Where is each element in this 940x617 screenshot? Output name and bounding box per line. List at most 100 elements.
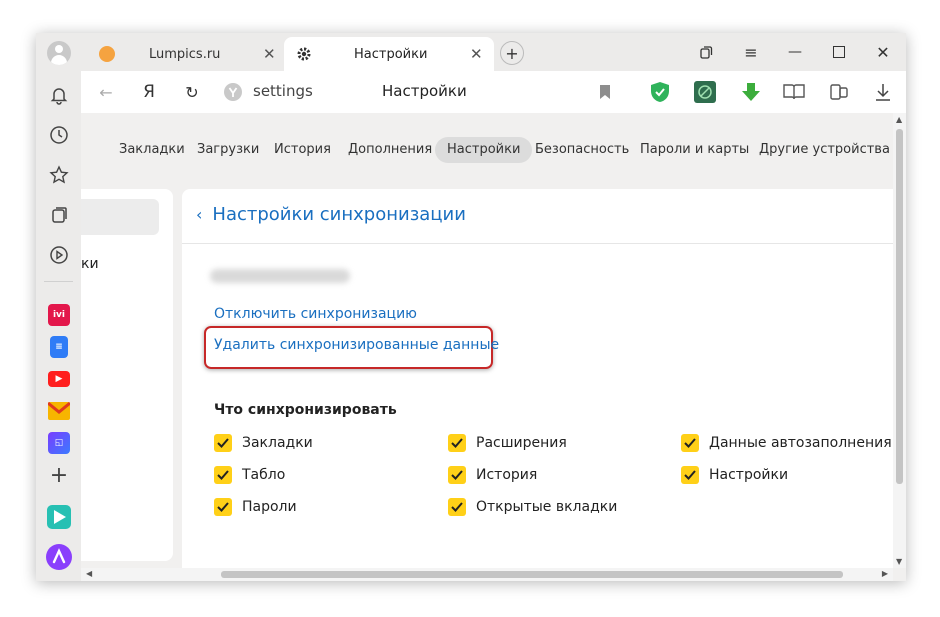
browser-window: ivi ≡ ▶ ◱ + Lumpics.ru ✕ Настройки ✕ + ≡	[36, 33, 906, 581]
sync-option[interactable]: Настройки	[681, 466, 788, 484]
yandex-icon: Я	[143, 82, 155, 102]
nav-other-devices[interactable]: Другие устройства	[747, 137, 893, 163]
history-button[interactable]	[45, 121, 73, 149]
bookmarks-button[interactable]	[45, 161, 73, 189]
sync-back-header[interactable]: ‹ Настройки синхронизации	[196, 204, 466, 225]
nav-bookmarks[interactable]: Закладки	[107, 137, 197, 163]
site-settings-button[interactable]	[222, 81, 244, 103]
download-arrow-icon	[742, 83, 760, 101]
scroll-right-icon[interactable]: ▶	[882, 569, 888, 578]
sync-option[interactable]: Пароли	[214, 498, 297, 516]
notifications-button[interactable]	[45, 81, 73, 109]
reload-button[interactable]: ↻	[181, 81, 203, 103]
tab-settings[interactable]: Настройки ✕	[284, 37, 494, 71]
sync-option[interactable]: Расширения	[448, 434, 567, 452]
close-icon[interactable]: ✕	[263, 45, 276, 63]
minimize-button[interactable]: —	[784, 41, 806, 63]
sync-option[interactable]: Данные автозаполнения	[681, 434, 892, 452]
sync-option[interactable]: Табло	[214, 466, 285, 484]
checkbox[interactable]	[214, 498, 232, 516]
new-tab-button[interactable]: +	[500, 41, 524, 65]
disable-sync-link[interactable]: Отключить синхронизацию	[214, 306, 417, 322]
panel-divider	[44, 281, 73, 282]
star-icon	[49, 165, 69, 184]
address-text[interactable]: settings	[253, 82, 313, 100]
nav-settings[interactable]: Настройки	[435, 137, 533, 163]
sync-option[interactable]: Закладки	[214, 434, 313, 452]
launcher-app[interactable]	[45, 503, 73, 531]
scroll-up-icon[interactable]: ▲	[896, 115, 902, 124]
play-circle-icon	[50, 246, 68, 264]
option-label: История	[476, 467, 538, 483]
media-button[interactable]	[45, 241, 73, 269]
protect-extension[interactable]	[648, 80, 672, 104]
blurred-account	[210, 269, 350, 283]
option-label: Настройки	[709, 467, 789, 483]
scroll-left-icon[interactable]: ◀	[86, 569, 92, 578]
yandex-button[interactable]: Я	[138, 81, 160, 103]
checkbox[interactable]	[448, 498, 466, 516]
tablet-mode-button[interactable]	[827, 80, 851, 104]
back-button[interactable]: ←	[95, 81, 117, 103]
vertical-scroll-thumb[interactable]	[896, 129, 903, 484]
hamburger-icon: ≡	[744, 42, 758, 62]
sync-header-title: Настройки синхронизации	[212, 204, 466, 225]
minimize-icon: —	[788, 44, 802, 60]
sidebar-item-label[interactable]: ки	[81, 256, 99, 272]
downloads-button[interactable]	[871, 80, 895, 104]
checkbox[interactable]	[448, 434, 466, 452]
menu-button[interactable]: ≡	[740, 41, 762, 63]
maximize-icon	[833, 46, 845, 58]
device-icon	[830, 84, 848, 100]
sync-option[interactable]: Открытые вкладки	[448, 498, 617, 516]
horizontal-scroll-thumb[interactable]	[221, 571, 843, 578]
checkbox[interactable]	[448, 466, 466, 484]
close-window-button[interactable]: ✕	[872, 41, 894, 63]
grammarly-extension[interactable]	[693, 80, 717, 104]
sidebar-selected-item[interactable]	[81, 199, 159, 235]
ivi-app[interactable]: ivi	[45, 301, 73, 329]
nav-security[interactable]: Безопасность	[523, 137, 641, 163]
orange-circle-icon	[99, 46, 115, 62]
horizontal-scrollbar[interactable]: ◀ ▶	[81, 568, 893, 581]
download-icon	[876, 84, 890, 101]
maximize-button[interactable]	[828, 41, 850, 63]
header-divider	[182, 243, 893, 244]
close-icon[interactable]: ✕	[470, 45, 483, 63]
tab-title: Lumpics.ru	[149, 46, 221, 62]
youtube-app[interactable]: ▶	[45, 365, 73, 393]
bookmark-page-button[interactable]	[593, 80, 617, 104]
add-app-button[interactable]: +	[45, 461, 73, 489]
scroll-down-icon[interactable]: ▼	[896, 557, 902, 566]
profile-avatar[interactable]	[45, 39, 73, 67]
messenger-icon: ◱	[48, 432, 70, 454]
settings-page: Закладки Загрузки История Дополнения Нас…	[81, 113, 893, 568]
alice-button[interactable]	[45, 543, 73, 571]
collections-button[interactable]	[45, 201, 73, 229]
docs-app[interactable]: ≡	[45, 333, 73, 361]
nav-history[interactable]: История	[262, 137, 343, 163]
messenger-app[interactable]: ◱	[45, 429, 73, 457]
sync-option[interactable]: История	[448, 466, 537, 484]
section-title: Что синхронизировать	[214, 402, 397, 418]
checkbox[interactable]	[214, 434, 232, 452]
option-label: Данные автозаполнения	[709, 435, 892, 451]
nav-extensions[interactable]: Дополнения	[336, 137, 444, 163]
delete-sync-data-link[interactable]: Удалить синхронизированные данные	[214, 337, 499, 353]
close-icon: ✕	[876, 42, 890, 62]
settings-sidebar: ки	[81, 189, 173, 561]
youtube-icon: ▶	[48, 371, 70, 387]
reader-button[interactable]	[782, 80, 806, 104]
mail-app[interactable]	[45, 397, 73, 425]
checkbox[interactable]	[681, 466, 699, 484]
checkbox[interactable]	[681, 434, 699, 452]
nav-downloads[interactable]: Загрузки	[185, 137, 271, 163]
tabs-overview-button[interactable]	[695, 41, 717, 63]
vertical-scrollbar[interactable]: ▲ ▼	[893, 113, 906, 568]
option-label: Пароли	[242, 499, 297, 515]
tab-lumpics[interactable]: Lumpics.ru ✕	[87, 37, 282, 71]
checkbox[interactable]	[214, 466, 232, 484]
plus-icon: +	[505, 43, 519, 63]
nav-passwords[interactable]: Пароли и карты	[628, 137, 761, 163]
download-extension[interactable]	[739, 80, 763, 104]
